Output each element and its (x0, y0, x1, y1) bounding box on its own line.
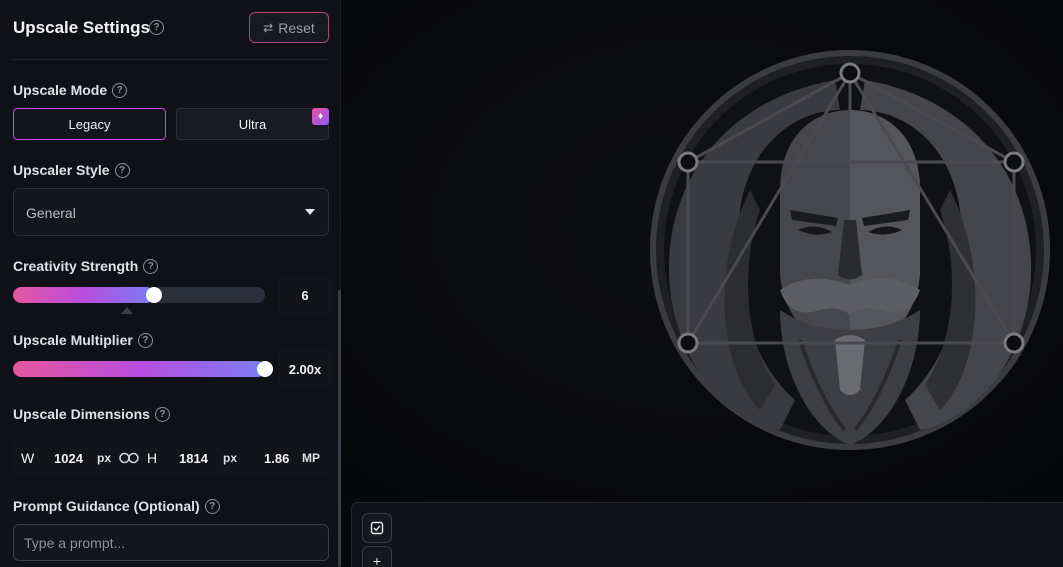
upscale-multiplier-label: Upscale Multiplier? (13, 332, 153, 348)
upscale-mode-label: Upscale Mode? (13, 82, 128, 98)
preview-image (342, 0, 1063, 502)
bottom-toolbar: + (351, 502, 1063, 567)
mode-ultra-label: Ultra (238, 116, 267, 132)
help-icon[interactable]: ? (143, 258, 159, 274)
multiplier-slider-fill (13, 361, 265, 377)
multiplier-value[interactable]: 2.00x (278, 350, 332, 388)
image-canvas (342, 0, 1063, 502)
help-icon[interactable]: ? (112, 82, 128, 98)
creativity-slider-thumb[interactable] (146, 287, 163, 303)
select-checkbox-button[interactable] (362, 513, 392, 543)
upscale-settings-panel: Upscale Settings ? ⇄ Reset Upscale Mode?… (0, 0, 341, 567)
height-label: H (147, 450, 158, 466)
width-unit: px (97, 451, 112, 465)
upscaler-style-label: Upscaler Style? (13, 162, 130, 178)
panel-header: Upscale Settings ? ⇄ Reset (13, 12, 329, 44)
gem-icon: ♦ (312, 108, 329, 125)
height-unit: px (223, 451, 238, 465)
plus-icon: + (372, 553, 382, 567)
default-marker (121, 307, 133, 314)
megapixels-unit: MP (302, 451, 320, 465)
link-icon[interactable] (119, 452, 139, 464)
multiplier-slider-track[interactable] (13, 361, 273, 377)
add-button[interactable]: + (362, 546, 392, 567)
help-icon[interactable]: ? (149, 20, 164, 35)
prompt-input[interactable] (13, 524, 329, 561)
reset-icon: ⇄ (263, 20, 274, 35)
upscale-dimensions-label: Upscale Dimensions? (13, 406, 170, 422)
help-icon[interactable]: ? (114, 162, 130, 178)
multiplier-slider-thumb[interactable] (257, 361, 273, 377)
dimensions-row: W 1024 px H 1814 px 1.86 MP (13, 440, 329, 476)
panel-scrollbar[interactable] (338, 290, 341, 567)
divider (13, 59, 329, 60)
chevron-down-icon (305, 209, 315, 215)
mode-ultra-button[interactable]: Ultra ♦ (176, 108, 329, 140)
width-input[interactable]: 1024 (54, 451, 83, 466)
creativity-slider-track[interactable] (13, 287, 265, 303)
height-input[interactable]: 1814 (179, 451, 208, 466)
mode-legacy-label: Legacy (68, 116, 111, 132)
reset-button[interactable]: ⇄ Reset (249, 12, 329, 43)
mode-legacy-button[interactable]: Legacy (13, 108, 166, 140)
width-label: W (21, 450, 35, 466)
panel-title: Upscale Settings (13, 18, 150, 37)
reset-label: Reset (278, 19, 315, 36)
creativity-value[interactable]: 6 (278, 276, 332, 314)
upscaler-style-value: General (26, 205, 76, 221)
upscaler-style-select[interactable]: General (13, 188, 329, 236)
help-icon[interactable]: ? (154, 406, 170, 422)
megapixels-value: 1.86 (264, 451, 290, 466)
prompt-guidance-label: Prompt Guidance (Optional)? (13, 498, 220, 514)
creativity-slider-fill (13, 287, 155, 303)
select-checkbox-icon (370, 521, 384, 535)
creativity-strength-label: Creativity Strength? (13, 258, 159, 274)
help-icon[interactable]: ? (204, 498, 220, 514)
help-icon[interactable]: ? (137, 332, 153, 348)
